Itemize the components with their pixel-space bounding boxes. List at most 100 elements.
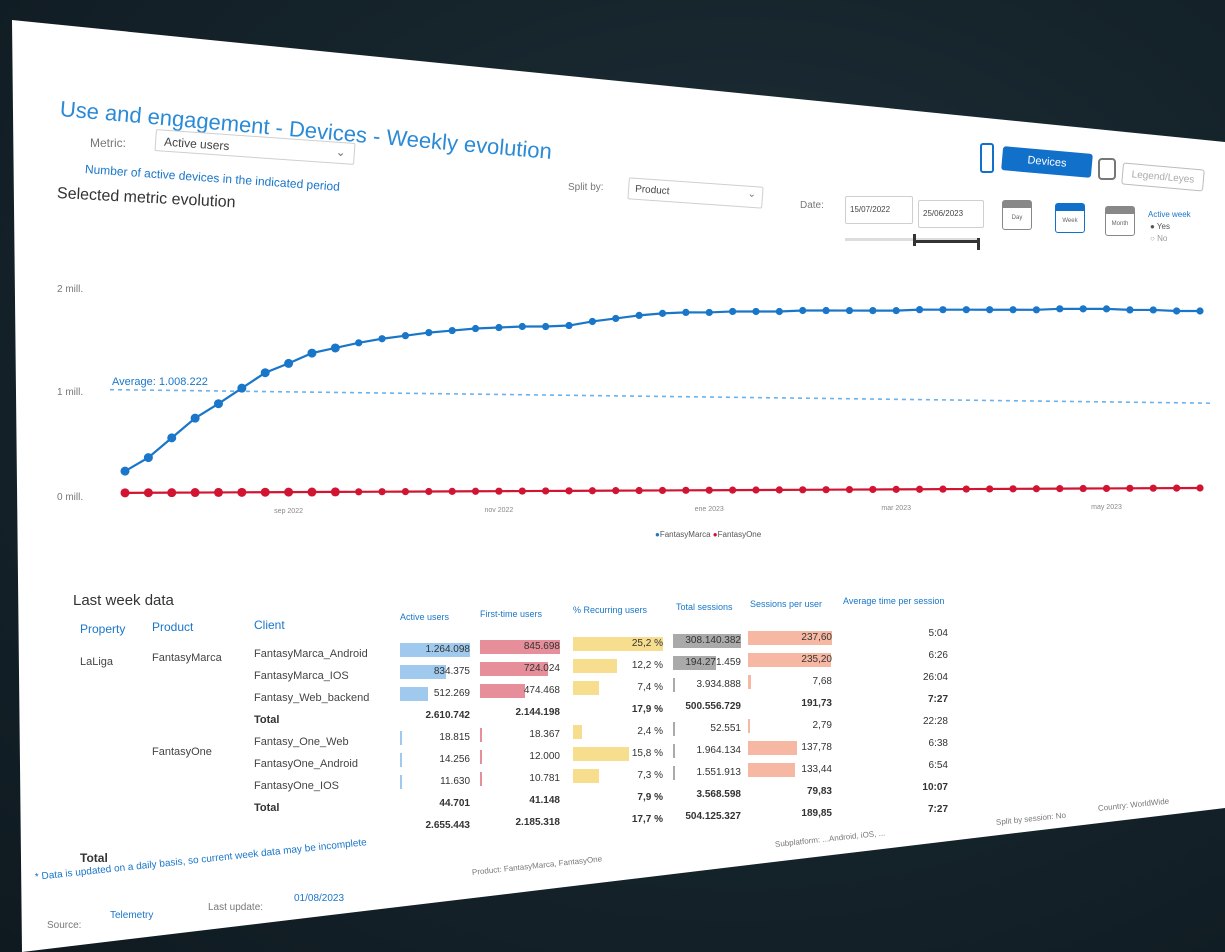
data-point-FantasyMarca — [1102, 305, 1111, 313]
data-point-FantasyOne — [307, 487, 317, 497]
data-point-FantasyOne — [448, 487, 456, 495]
client-cell: FantasyMarca_Android — [254, 648, 368, 660]
cell-spu: 237,60 — [801, 631, 832, 643]
data-point-FantasyMarca — [167, 433, 177, 443]
data-point-FantasyOne — [822, 486, 830, 494]
col-product[interactable]: Product — [152, 620, 193, 634]
data-point-FantasyMarca — [237, 383, 247, 393]
data-point-FantasyOne — [378, 488, 386, 496]
data-point-FantasyOne — [167, 488, 177, 498]
cell-active: 834.375 — [433, 665, 470, 677]
data-point-FantasyMarca — [705, 308, 713, 317]
col-property[interactable]: Property — [80, 622, 125, 636]
cell-active: 11.630 — [440, 775, 470, 787]
cell-rec: 17,7 % — [631, 813, 663, 825]
cell-sess: 1.964.134 — [696, 744, 742, 756]
client-cell: Fantasy_One_Web — [254, 736, 349, 748]
dashboard-card: Use and engagement - Devices - Weekly ev… — [12, 20, 1225, 952]
col-total-sessions[interactable]: Total sessions — [676, 602, 733, 612]
data-point-FantasyMarca — [729, 307, 737, 316]
y-tick-label: 1 mill. — [57, 387, 83, 398]
cell-spu: 191,73 — [801, 697, 832, 709]
col-first-time-users[interactable]: First-time users — [480, 609, 542, 619]
col-recurring[interactable]: % Recurring users — [573, 605, 647, 615]
data-point-FantasyOne — [1196, 484, 1204, 492]
cell-rec: 7,3 % — [637, 769, 663, 781]
x-tick-label: may 2023 — [1091, 504, 1122, 511]
data-point-FantasyMarca — [1079, 305, 1087, 313]
data-point-FantasyOne — [213, 487, 223, 497]
data-point-FantasyOne — [260, 487, 270, 497]
client-cell: Total — [254, 802, 280, 814]
cell-first: 2.144.198 — [515, 706, 561, 718]
cell-active: 1.264.098 — [425, 643, 471, 655]
data-point-FantasyOne — [330, 487, 340, 497]
col-avg-time[interactable]: Average time per session — [843, 596, 944, 606]
data-point-FantasyOne — [120, 488, 130, 498]
data-point-FantasyMarca — [355, 339, 363, 347]
cell-spu: 235,20 — [801, 653, 832, 665]
y-tick-label: 2 mill. — [57, 284, 83, 295]
cell-sess: 3.934.888 — [696, 678, 742, 690]
x-tick-label: mar 2023 — [881, 505, 911, 512]
cell-sess: 3.568.598 — [696, 788, 742, 800]
cell-avg: 22:28 — [922, 716, 948, 728]
cell-active: 14.256 — [439, 753, 470, 765]
cell-active: 18.815 — [439, 731, 470, 743]
cell-avg: 7:27 — [927, 804, 948, 816]
cell-sess: 500.556.729 — [685, 700, 741, 712]
source-value: Telemetry — [110, 910, 154, 921]
property-cell: LaLiga — [80, 656, 114, 668]
cell-first: 724.024 — [523, 662, 560, 674]
cell-sess: 1.551.913 — [696, 766, 742, 778]
col-client[interactable]: Client — [254, 618, 285, 632]
data-point-FantasyMarca — [213, 399, 223, 409]
cell-avg: 10:07 — [922, 782, 948, 794]
data-point-FantasyOne — [1173, 484, 1181, 492]
data-point-FantasyMarca — [143, 453, 153, 463]
cell-active: 44.701 — [439, 797, 470, 809]
update-value: 01/08/2023 — [294, 893, 345, 904]
cell-spu: 79,83 — [806, 785, 832, 797]
client-cell: FantasyOne_IOS — [254, 780, 339, 792]
data-point-FantasyOne — [1032, 485, 1041, 493]
x-tick-label: nov 2022 — [485, 507, 514, 514]
data-point-FantasyOne — [518, 487, 526, 495]
data-point-FantasyOne — [799, 486, 807, 494]
col-active-users[interactable]: Active users — [400, 612, 449, 622]
cell-spu: 7,68 — [812, 675, 832, 687]
data-point-FantasyMarca — [401, 332, 410, 340]
product-cell-1: FantasyMarca — [152, 652, 222, 664]
product-cell-2: FantasyOne — [152, 746, 212, 758]
data-point-FantasyMarca — [822, 306, 830, 315]
data-point-FantasyOne — [1149, 484, 1157, 492]
data-point-FantasyMarca — [471, 324, 480, 333]
cell-avg: 6:54 — [928, 760, 948, 772]
data-point-FantasyOne — [635, 486, 643, 495]
data-point-FantasyMarca — [378, 335, 386, 343]
source-label: Source: — [47, 920, 82, 931]
client-cell: Total — [254, 714, 280, 726]
data-point-FantasyMarca — [284, 358, 294, 368]
col-sessions-per-user[interactable]: Sessions per user — [750, 599, 822, 609]
cell-spu: 189,85 — [801, 807, 832, 819]
data-point-FantasyMarca — [892, 307, 900, 315]
data-point-FantasyMarca — [190, 413, 200, 423]
client-cell: FantasyOne_Android — [254, 758, 358, 770]
data-point-FantasyOne — [892, 485, 900, 493]
data-point-FantasyMarca — [635, 311, 643, 319]
cell-rec: 25,2 % — [631, 637, 663, 649]
data-point-FantasyMarca — [612, 314, 620, 323]
cell-first: 18.367 — [529, 728, 560, 740]
data-point-FantasyMarca — [915, 306, 924, 314]
data-point-FantasyOne — [612, 487, 620, 495]
data-point-FantasyOne — [915, 485, 924, 493]
data-point-FantasyOne — [682, 486, 690, 494]
data-point-FantasyMarca — [1009, 306, 1017, 314]
data-point-FantasyOne — [658, 486, 667, 495]
line-chart: Average: 1.008.222 0 mill. 1 mill. 2 mill.… — [57, 284, 1211, 515]
data-point-FantasyOne — [1009, 485, 1017, 493]
grand-total-label: Total — [80, 851, 108, 865]
data-point-FantasyMarca — [260, 368, 270, 378]
data-point-FantasyOne — [1126, 484, 1134, 492]
